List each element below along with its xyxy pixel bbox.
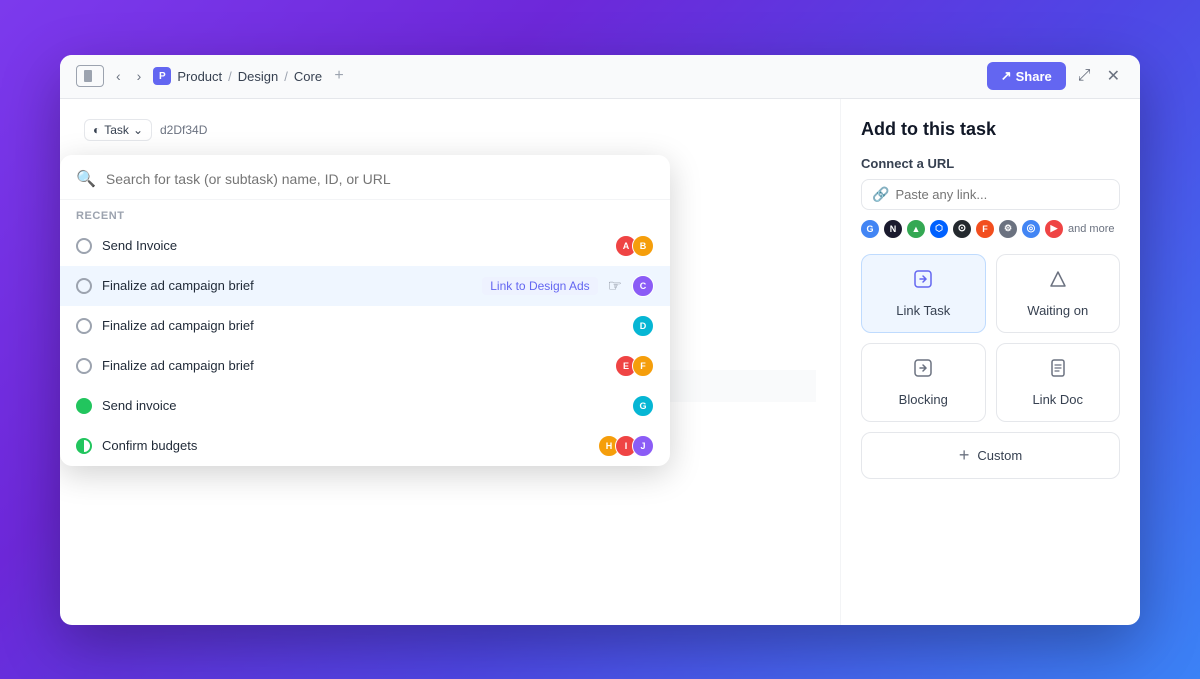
avatars-group: C [632,275,654,297]
google-icon: G [861,220,879,238]
custom-card[interactable]: + Custom [861,432,1120,479]
figma-icon: F [976,220,994,238]
task-search-dropdown: 🔍 Recent Send Invoice A B Finalize [60,155,670,466]
nav-forward-button[interactable]: › [133,66,146,86]
title-bar-left: ‹ › P Product / Design / Core + [76,65,977,87]
link-task-label: Link Task [896,303,950,318]
list-item[interactable]: Finalize ad campaign brief E F [60,346,670,386]
breadcrumb-sep-1: / [228,69,232,84]
search-icon: 🔍 [76,169,96,189]
action-grid: Link Task Waiting on [861,254,1120,479]
list-item[interactable]: Send Invoice A B [60,226,670,266]
blocking-card[interactable]: Blocking [861,343,986,422]
link-icon: 🔗 [872,186,889,203]
task-type-badge[interactable]: ◐ Task ⌄ [84,119,152,141]
link-doc-card[interactable]: Link Doc [996,343,1121,422]
main-layout: ◐ Task ⌄ d2Df34D Acr Sta Ass Tag Pri [60,99,1140,625]
nav-back-button[interactable]: ‹ [112,66,125,86]
blocking-icon [913,358,933,384]
github-icon: ⊙ [953,220,971,238]
task-search-input[interactable] [106,171,654,187]
link-doc-label: Link Doc [1032,392,1083,407]
avatars-group: D [632,315,654,337]
youtube-icon: ▶ [1045,220,1063,238]
link-doc-icon [1048,358,1068,384]
breadcrumb-sep-2: / [284,69,288,84]
list-item[interactable]: Confirm budgets H I J [60,426,670,466]
search-row: 🔍 [60,155,670,200]
waiting-on-label: Waiting on [1027,303,1088,318]
add-tab-button[interactable]: + [328,65,350,87]
settings-icon: ⚙ [999,220,1017,238]
breadcrumb-product[interactable]: Product [177,69,222,84]
custom-label: Custom [977,448,1022,463]
status-dot-icon [76,238,92,254]
status-dot-icon [76,398,92,414]
list-item[interactable]: Finalize ad campaign brief D [60,306,670,346]
waiting-on-icon [1048,269,1068,295]
link-task-icon [913,269,933,295]
avatars-group: E F [615,355,654,377]
share-button[interactable]: ↗ Share [987,62,1066,90]
breadcrumb-design[interactable]: Design [238,69,278,84]
avatar: J [632,435,654,457]
breadcrumb-core[interactable]: Core [294,69,322,84]
waiting-on-card[interactable]: Waiting on [996,254,1121,333]
link-badge: Link to Design Ads [482,277,597,295]
app-window: ‹ › P Product / Design / Core + ↗ Share … [60,55,1140,625]
dropbox-icon: ⬡ [930,220,948,238]
list-item[interactable]: Finalize ad campaign brief Link to Desig… [60,266,670,306]
avatar: G [632,395,654,417]
status-dot-icon [76,278,92,294]
status-dot-icon [76,438,92,454]
avatar: C [632,275,654,297]
add-to-task-title: Add to this task [861,119,1120,140]
service-icons-row: G N ▲ ⬡ ⊙ F ⚙ ◎ ▶ and more [861,220,1120,238]
connect-url-label: Connect a URL [861,156,1120,171]
right-panel: Add to this task Connect a URL 🔗 G N ▲ ⬡… [840,99,1140,625]
avatars-group: G [632,395,654,417]
notion-icon: N [884,220,902,238]
task-clock-icon: ◐ [93,123,100,137]
task-type-chevron: ⌄ [133,123,143,137]
sidebar-toggle-button[interactable] [76,65,104,87]
task-meta-row: ◐ Task ⌄ d2Df34D [84,119,816,141]
avatar: F [632,355,654,377]
status-dot-icon [76,318,92,334]
task-type-label: Task [104,123,129,137]
task-name: Send Invoice [102,238,605,253]
avatar: B [632,235,654,257]
gdrive-icon: ▲ [907,220,925,238]
task-name: Finalize ad campaign brief [102,318,622,333]
list-item[interactable]: Send invoice G [60,386,670,426]
avatars-group: A B [615,235,654,257]
expand-button[interactable]: ⤢ [1074,63,1095,89]
chrome-icon: ◎ [1022,220,1040,238]
task-id: d2Df34D [160,123,207,137]
cursor-icon: ☞ [608,276,622,296]
task-name: Send invoice [102,398,622,413]
title-bar-right: ↗ Share ⤢ ✕ [987,62,1124,90]
left-panel: ◐ Task ⌄ d2Df34D Acr Sta Ass Tag Pri [60,99,840,625]
link-task-card[interactable]: Link Task [861,254,986,333]
task-name: Confirm budgets [102,438,588,453]
and-more-label: and more [1068,223,1114,235]
product-icon: P [153,67,171,85]
status-dot-icon [76,358,92,374]
avatars-group: H I J [598,435,654,457]
title-bar: ‹ › P Product / Design / Core + ↗ Share … [60,55,1140,99]
avatar: D [632,315,654,337]
share-label: Share [1016,69,1052,84]
close-button[interactable]: ✕ [1103,62,1124,90]
url-input-row: 🔗 [861,179,1120,210]
blocking-label: Blocking [899,392,948,407]
task-name: Finalize ad campaign brief [102,358,605,373]
custom-plus-icon: + [959,445,970,466]
task-name: Finalize ad campaign brief [102,278,472,293]
breadcrumb: P Product / Design / Core + [153,65,350,87]
recent-section-label: Recent [60,200,670,226]
share-icon: ↗ [1001,68,1012,84]
url-input[interactable] [895,187,1109,202]
